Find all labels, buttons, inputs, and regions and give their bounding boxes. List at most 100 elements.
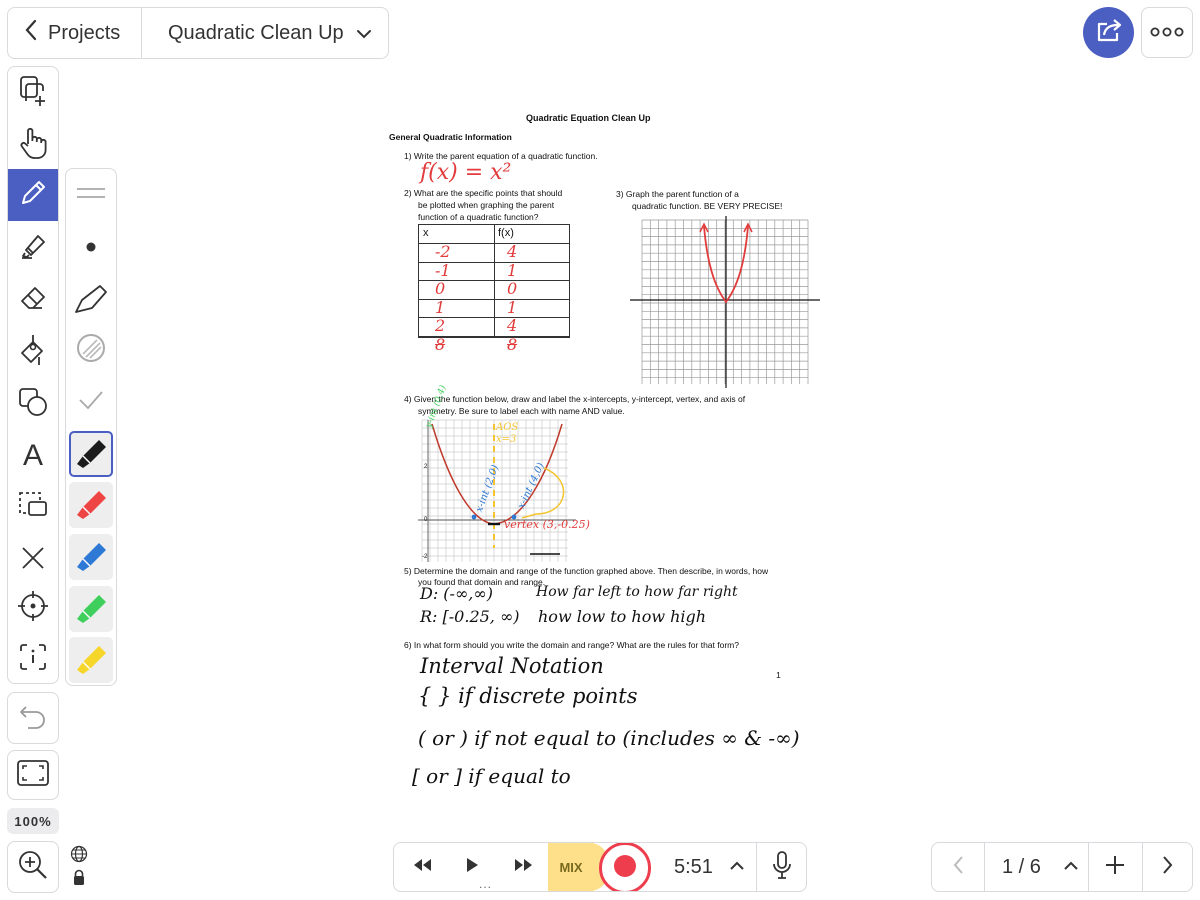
zoom-level-indicator[interactable]: 100%	[7, 808, 59, 834]
page-list-button[interactable]	[1058, 843, 1084, 891]
globe-button[interactable]	[66, 845, 92, 867]
highlighter-tool-button[interactable]	[8, 222, 58, 274]
table-cell-fx: 8	[507, 334, 518, 354]
vertex-label: vertex (3,-0.25)	[504, 518, 590, 531]
table-row: 88	[419, 334, 569, 356]
color-swatch-yellow[interactable]	[69, 637, 113, 683]
info-tool-button[interactable]	[8, 633, 58, 685]
clear-tool-button[interactable]	[8, 534, 58, 586]
aos-label: AOS x=3	[496, 422, 519, 445]
table-cell-x: 2	[435, 316, 446, 335]
chevron-left-icon	[952, 855, 964, 880]
question-2-line-3: function of a quadratic function?	[418, 212, 539, 222]
page-number: 1	[776, 670, 781, 680]
marker-yellow-icon	[73, 640, 109, 681]
table-cell-x: -1	[435, 260, 451, 280]
worksheet-canvas[interactable]: Quadratic Equation Clean Up General Quad…	[380, 108, 820, 798]
previous-page-button[interactable]	[936, 843, 980, 891]
pen-type-option[interactable]	[66, 273, 116, 325]
chevron-down-icon	[356, 22, 372, 45]
table-cell-x: -2	[435, 242, 451, 261]
pen-options-palette	[65, 168, 117, 686]
fill-bucket-icon	[17, 333, 49, 372]
question-2-line-2: be plotted when graphing the parent	[418, 200, 555, 210]
add-page-button[interactable]	[8, 67, 58, 119]
shapes-tool-button[interactable]	[8, 378, 58, 430]
next-page-button[interactable]	[1146, 843, 1190, 891]
laser-pointer-button[interactable]	[8, 582, 58, 634]
zoom-button[interactable]	[7, 841, 59, 893]
tick-y-0: 0	[424, 517, 428, 523]
fill-tool-button[interactable]	[8, 326, 58, 378]
project-title-dropdown[interactable]: Quadratic Clean Up	[142, 8, 388, 58]
lasso-select-icon	[17, 490, 49, 527]
color-swatch-black[interactable]	[69, 431, 113, 477]
table-row: -2 4	[419, 242, 569, 263]
chevron-up-icon	[729, 858, 745, 876]
lock-icon	[72, 869, 86, 891]
time-expand-button[interactable]	[724, 843, 750, 891]
undo-button[interactable]	[7, 692, 59, 744]
fit-to-screen-button[interactable]	[7, 750, 59, 800]
table-row: 24	[419, 316, 569, 337]
back-label: Projects	[48, 21, 121, 44]
table-cell-fx: 1	[507, 260, 518, 280]
parent-function-graph	[630, 216, 820, 388]
answer-6-line-2: { } if discrete points	[418, 684, 638, 708]
line-weight-icon	[75, 186, 107, 205]
texture-option[interactable]	[66, 324, 116, 376]
dot-icon	[85, 240, 97, 258]
question-4-line-1: 4) Given the function below, draw and la…	[404, 394, 746, 404]
dot-size-option[interactable]	[66, 223, 116, 275]
play-icon	[465, 857, 479, 878]
color-swatch-red[interactable]	[69, 482, 113, 528]
table-row: 00	[419, 279, 569, 300]
undo-icon	[18, 703, 48, 734]
select-tool-button[interactable]	[8, 482, 58, 534]
confirm-option[interactable]	[66, 376, 116, 428]
fast-forward-button[interactable]	[504, 843, 544, 891]
add-page-icon	[18, 75, 48, 112]
pen-tool-button[interactable]	[8, 169, 58, 221]
title-bar: Projects Quadratic Clean Up	[7, 7, 389, 59]
mix-button[interactable]: MIX	[548, 843, 594, 891]
eraser-tool-button[interactable]	[8, 274, 58, 326]
answer-6-line-4: [ or ] if equal to	[412, 764, 571, 788]
chevron-left-icon	[24, 19, 38, 47]
eraser-icon	[18, 284, 48, 317]
lock-button[interactable]	[66, 869, 92, 891]
marker-red-icon	[73, 485, 109, 526]
hatch-circle-icon	[75, 332, 107, 369]
rewind-icon	[412, 858, 432, 877]
record-button[interactable]	[599, 843, 651, 891]
question-3-line-1: 3) Graph the parent function of a	[616, 189, 739, 199]
fountain-pen-icon	[72, 278, 110, 321]
add-page-button[interactable]	[1092, 843, 1138, 891]
question-5-line-1: 5) Determine the domain and range of the…	[404, 566, 769, 576]
divider	[1088, 843, 1089, 891]
microphone-button[interactable]	[758, 843, 806, 891]
laser-pointer-icon	[17, 590, 49, 627]
table-cell-fx: 0	[507, 279, 518, 298]
domain-note: How far left to how far right	[536, 584, 738, 600]
more-options-button[interactable]	[1141, 7, 1193, 58]
question-4-line-2: symmetry. Be sure to label each with nam…	[418, 406, 625, 416]
divider	[1142, 843, 1143, 891]
text-tool-button[interactable]: A	[8, 430, 58, 482]
marker-green-icon	[73, 589, 109, 630]
domain-answer: D: (-∞,∞)	[420, 584, 493, 603]
page-indicator[interactable]: 1 / 6	[1002, 843, 1041, 891]
share-button[interactable]	[1083, 7, 1134, 58]
hand-tool-button[interactable]	[8, 119, 58, 171]
more-icon	[1150, 24, 1184, 42]
table-cell-x: 8	[435, 334, 446, 354]
answer-1: f(x) = x²	[420, 160, 512, 185]
table-cell-fx: 4	[507, 242, 518, 261]
question-6: 6) In what form should you write the dom…	[404, 640, 739, 650]
back-button[interactable]: Projects	[8, 8, 142, 58]
drag-handle[interactable]: ...	[479, 877, 492, 891]
color-swatch-blue[interactable]	[69, 534, 113, 580]
stroke-weight-option[interactable]	[66, 169, 116, 221]
rewind-button[interactable]	[402, 843, 442, 891]
color-swatch-green[interactable]	[69, 586, 113, 632]
